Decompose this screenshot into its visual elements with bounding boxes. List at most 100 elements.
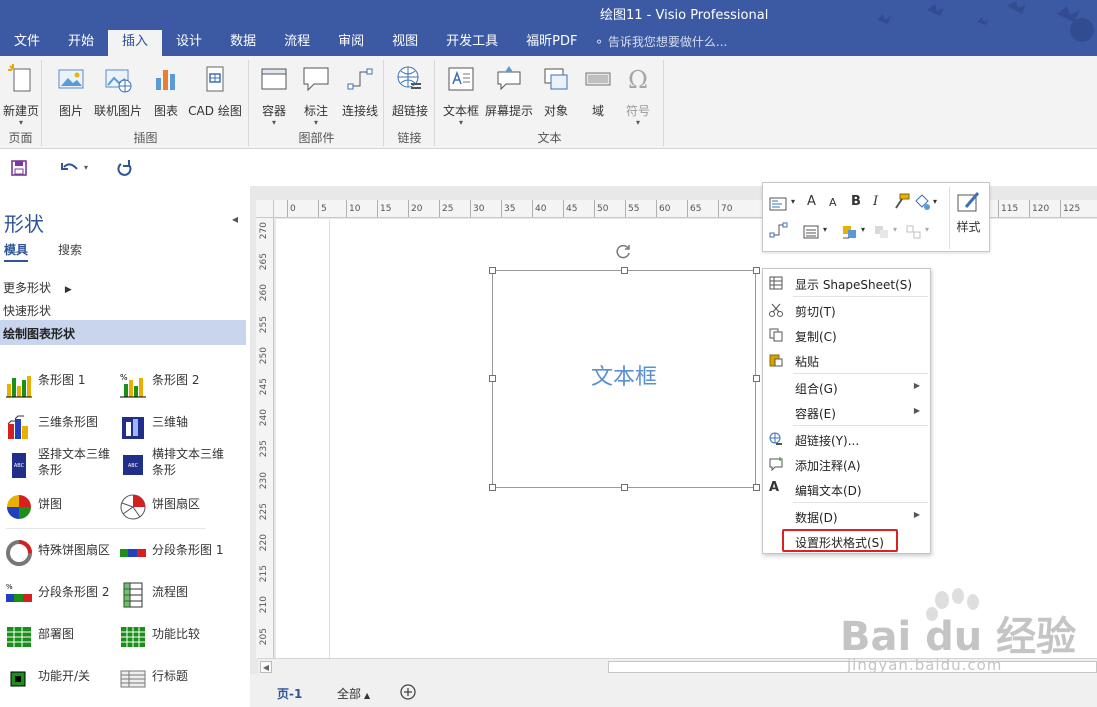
- menu-item-copy[interactable]: 复制(C): [763, 323, 930, 347]
- tab-search[interactable]: 搜索: [58, 241, 82, 258]
- online-picture-button[interactable]: 联机图片: [91, 62, 145, 122]
- menu-item-data[interactable]: 数据(D) ▶: [763, 504, 930, 528]
- tab-process[interactable]: 流程: [270, 30, 324, 56]
- scroll-left-arrow-icon[interactable]: ◀: [260, 661, 272, 673]
- rotation-handle-icon[interactable]: [616, 244, 632, 260]
- shape-pie-chart[interactable]: 饼图: [0, 488, 120, 524]
- screentip-button[interactable]: 屏幕提示: [484, 62, 534, 122]
- page-tab-current[interactable]: 页-1: [277, 685, 302, 702]
- resize-handle-right[interactable]: [753, 375, 760, 382]
- menu-item-edit-text[interactable]: A 编辑文本(D): [763, 477, 930, 501]
- callout-button[interactable]: 标注 ▾: [298, 62, 334, 127]
- copy-icon: [769, 328, 783, 342]
- shape-3d-axis[interactable]: 三维轴: [114, 408, 234, 444]
- format-painter-icon[interactable]: [893, 193, 911, 211]
- resize-handle-top-left[interactable]: [489, 267, 496, 274]
- resize-handle-top-right[interactable]: [753, 267, 760, 274]
- tell-me-box[interactable]: ⚬ 告诉我您想要做什么...: [594, 30, 727, 56]
- resize-handle-top[interactable]: [621, 267, 628, 274]
- resize-handle-bottom[interactable]: [621, 484, 628, 491]
- chevron-down-icon[interactable]: ▾: [933, 197, 937, 215]
- ruler-tick-label: 115: [1001, 204, 1019, 214]
- menu-item-container[interactable]: 容器(E) ▶: [763, 400, 930, 424]
- tab-data[interactable]: 数据: [216, 30, 270, 56]
- text-alignment-icon[interactable]: [803, 223, 821, 241]
- group-icon[interactable]: [905, 223, 923, 241]
- textbox-button[interactable]: 文本框 ▾: [440, 62, 482, 127]
- shape-bar-graph-2[interactable]: % 条形图 2: [114, 366, 234, 402]
- collapse-pane-chevron-icon[interactable]: ◂: [232, 212, 238, 226]
- menu-item-hyperlink[interactable]: 超链接(Y)...: [763, 427, 930, 451]
- shape-deployment-chart[interactable]: 部署图: [0, 618, 120, 654]
- container-button[interactable]: 容器 ▾: [256, 62, 292, 127]
- chart-button[interactable]: 图表: [149, 62, 183, 122]
- symbol-button[interactable]: Ω 符号 ▾: [618, 62, 658, 127]
- menu-item-cut[interactable]: 剪切(T): [763, 298, 930, 322]
- chevron-down-icon[interactable]: ▾: [861, 225, 865, 243]
- shape-flowchart[interactable]: 流程图: [114, 576, 234, 612]
- shape-3d-bar-graph[interactable]: 三维条形图: [0, 408, 120, 444]
- chevron-down-icon[interactable]: ▾: [823, 225, 827, 243]
- new-page-button[interactable]: 新建页 ▾: [0, 62, 42, 127]
- more-shapes-link[interactable]: 更多形状 ▶: [3, 279, 72, 296]
- tab-view[interactable]: 视图: [378, 30, 432, 56]
- send-to-back-icon[interactable]: [873, 223, 891, 241]
- bring-to-front-icon[interactable]: [841, 223, 859, 241]
- italic-button[interactable]: I: [873, 194, 878, 212]
- menu-item-paste[interactable]: 粘贴: [763, 348, 930, 372]
- menu-item-show-shapesheet[interactable]: 显示 ShapeSheet(S): [763, 271, 930, 295]
- menu-item-group[interactable]: 组合(G) ▶: [763, 375, 930, 399]
- chevron-down-icon[interactable]: ▾: [925, 225, 929, 243]
- ruler-tick-label: 60: [659, 204, 671, 214]
- chevron-down-icon[interactable]: ▾: [791, 197, 795, 215]
- connector-tool-icon[interactable]: [769, 221, 789, 239]
- save-icon[interactable]: [10, 158, 28, 178]
- tab-home[interactable]: 开始: [54, 30, 108, 56]
- tab-developer[interactable]: 开发工具: [432, 30, 512, 56]
- bold-button[interactable]: B: [851, 194, 861, 212]
- tab-insert[interactable]: 插入: [108, 30, 163, 56]
- shape-segmented-bar-1[interactable]: 分段条形图 1: [114, 534, 234, 570]
- shape-special-pie-sector[interactable]: 特殊饼图扇区: [0, 534, 120, 570]
- hyperlink-button[interactable]: 超链接: [389, 62, 431, 122]
- shape-vertical-text-3d-bar[interactable]: ABC 竖排文本三维条形: [0, 446, 120, 486]
- quick-styles-button[interactable]: 样式: [949, 187, 987, 249]
- all-pages-button[interactable]: 全部 ▲: [337, 685, 370, 702]
- shapes-pane: 形状 ◂ 模具 搜索 更多形状 ▶ 快速形状 绘制图表形状 条形图 1 % 条形…: [0, 186, 250, 707]
- shape-horizontal-text-3d-bar[interactable]: ABC 横排文本三维条形: [114, 446, 234, 486]
- field-button[interactable]: 域: [578, 62, 618, 122]
- shape-row-header[interactable]: 行标题: [114, 660, 234, 696]
- add-page-icon[interactable]: [400, 684, 416, 700]
- grow-font-button[interactable]: A: [807, 194, 816, 212]
- picture-button[interactable]: 图片: [53, 62, 89, 122]
- resize-handle-left[interactable]: [489, 375, 496, 382]
- textbox-icon: [448, 67, 474, 91]
- align-left-text-icon[interactable]: [769, 195, 789, 213]
- tab-file[interactable]: 文件: [0, 30, 54, 56]
- shape-fill-icon[interactable]: [913, 193, 931, 211]
- selected-textbox-shape[interactable]: 文本框: [492, 270, 756, 488]
- shape-feature-comparison[interactable]: 功能比较: [114, 618, 234, 654]
- shape-pie-sector[interactable]: 饼图扇区: [114, 488, 234, 524]
- object-button[interactable]: 对象: [536, 62, 576, 122]
- tab-stencils[interactable]: 模具: [4, 241, 29, 262]
- resize-handle-bottom-left[interactable]: [489, 484, 496, 491]
- menu-item-add-comment[interactable]: 添加注释(A): [763, 452, 930, 476]
- shape-feature-on-off[interactable]: 功能开/关: [0, 660, 120, 696]
- stencil-drawing-chart-shapes[interactable]: 绘制图表形状: [0, 320, 246, 345]
- chevron-down-icon[interactable]: ▾: [893, 225, 897, 243]
- vertical-ruler: 270 265 260 255 250 245 240 235 230 225 220 215 210 2…: [256, 218, 274, 658]
- redo-icon[interactable]: [114, 158, 134, 178]
- connector-button[interactable]: 连接线: [338, 62, 382, 122]
- undo-icon[interactable]: [60, 158, 80, 178]
- tab-foxit-pdf[interactable]: 福昕PDF: [512, 30, 591, 56]
- quick-shapes-link[interactable]: 快速形状: [3, 302, 51, 319]
- undo-dropdown-chevron-icon[interactable]: ▾: [84, 158, 88, 178]
- cad-drawing-button[interactable]: CAD 绘图: [187, 62, 243, 122]
- shape-segmented-bar-2[interactable]: % 分段条形图 2: [0, 576, 120, 612]
- tab-design[interactable]: 设计: [162, 30, 216, 56]
- resize-handle-bottom-right[interactable]: [753, 484, 760, 491]
- shrink-font-button[interactable]: A: [829, 196, 837, 214]
- tab-review[interactable]: 审阅: [324, 30, 378, 56]
- shape-bar-graph-1[interactable]: 条形图 1: [0, 366, 120, 402]
